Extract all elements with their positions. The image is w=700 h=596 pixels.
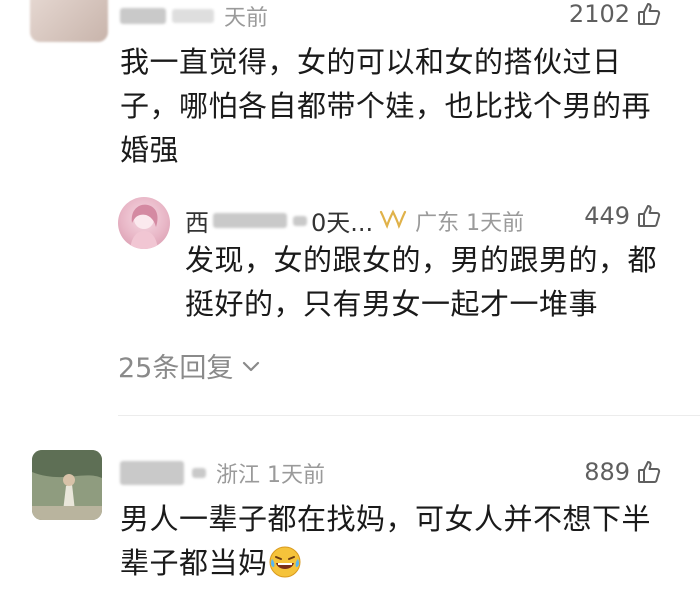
more-replies-link[interactable]: 25条回复 <box>118 346 261 385</box>
reply-location-time: 广东 1天前 <box>415 210 525 236</box>
thumbs-up-icon[interactable] <box>636 1 662 27</box>
comment-text: 男人一辈子都在找妈，可女人并不想下半辈子都当妈 <box>120 497 680 585</box>
chevron-down-icon <box>241 350 261 381</box>
thumbs-up-icon[interactable] <box>636 459 662 485</box>
bow-badge-icon <box>379 208 407 234</box>
comment-meta: 天前 <box>120 0 268 32</box>
like-count: 449 <box>584 202 630 230</box>
like-count: 2102 <box>568 0 630 28</box>
like-button[interactable]: 449 <box>584 202 662 230</box>
divider <box>118 415 700 416</box>
blurred-username <box>213 213 287 228</box>
blurred-username[interactable] <box>120 8 166 24</box>
like-button[interactable]: 889 <box>584 458 662 486</box>
comment-text-content: 男人一辈子都在找妈，可女人并不想下半辈子都当妈 <box>120 502 652 580</box>
more-replies-label: 25条回复 <box>118 353 234 384</box>
blurred-username <box>172 9 214 23</box>
avatar[interactable] <box>32 450 102 520</box>
blurred-username[interactable] <box>120 461 184 485</box>
comment-meta: 浙江 1天前 <box>120 457 325 489</box>
reply-text: 发现，女的跟女的，男的跟男的，都挺好的，只有男女一起才一堆事 <box>185 243 658 321</box>
comment-time: 天前 <box>224 6 269 31</box>
laughing-tears-emoji-icon <box>268 545 302 579</box>
like-count: 889 <box>584 458 630 486</box>
reply-username-suffix: 0天... <box>311 209 374 237</box>
like-button[interactable]: 2102 <box>569 0 662 28</box>
avatar[interactable] <box>118 197 170 249</box>
blurred-username <box>293 215 307 226</box>
comment-location-time: 浙江 1天前 <box>216 463 325 488</box>
avatar[interactable] <box>30 0 108 42</box>
comment-text: 我一直觉得，女的可以和女的搭伙过日子，哪怕各自都带个娃，也比找个男的再婚强 <box>120 45 652 167</box>
reply-meta: 西 0天... 广东 1天前 <box>185 203 524 238</box>
reply-username[interactable]: 西 <box>185 203 209 238</box>
thumbs-up-icon[interactable] <box>636 203 662 229</box>
blurred-username <box>192 468 206 478</box>
